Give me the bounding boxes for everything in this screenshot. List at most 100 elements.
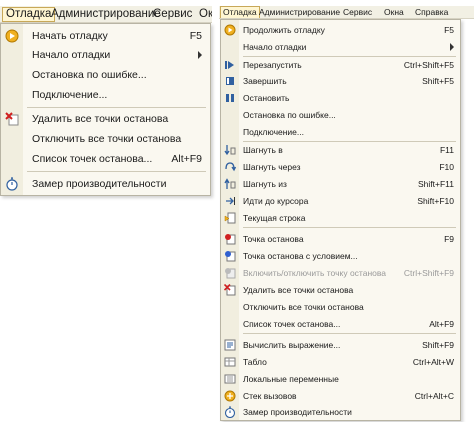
menu-item-label: Вычислить выражение...: [243, 340, 341, 350]
menu-item-connect[interactable]: Подключение...: [221, 124, 460, 140]
menu-item-label: Шагнуть из: [243, 179, 287, 189]
menu-item-current-line[interactable]: Текущая строка: [221, 210, 460, 226]
menu-item-delete-all-breakpoints[interactable]: Удалить все точки останова: [1, 110, 210, 128]
step-into-icon: [224, 144, 236, 156]
menu-item-terminate[interactable]: Завершить Shift+F5: [221, 73, 460, 89]
menu-item-label: Локальные переменные: [243, 374, 339, 384]
menu-servis[interactable]: Сервис: [341, 6, 374, 18]
evaluate-icon: [224, 339, 236, 351]
delete-breakpoints-icon: [5, 112, 19, 126]
menu-servis[interactable]: Сервис: [150, 7, 195, 22]
menu-item-shortcut: Ctrl+Alt+W: [412, 357, 454, 367]
stopwatch-icon: [5, 177, 19, 191]
menu-item-breakpoint[interactable]: Точка останова F9: [221, 231, 460, 247]
menu-administrirovanie[interactable]: Администрирование: [257, 6, 342, 18]
menu-item-debug-start-submenu[interactable]: Начало отладки: [1, 46, 210, 64]
menu-item-watch[interactable]: Табло Ctrl+Alt+W: [221, 354, 460, 370]
menu-item-disable-all-breakpoints[interactable]: Отключить все точки останова: [1, 130, 210, 148]
menu-item-label: Список точек останова...: [32, 153, 153, 165]
menu-item-shortcut: Ctrl+Alt+C: [414, 391, 454, 401]
menu-item-debug-start-submenu[interactable]: Начало отладки: [221, 39, 460, 55]
menu-item-label: Отключить все точки останова: [243, 302, 364, 312]
menu-item-shortcut: F5: [444, 25, 454, 35]
menu-item-shortcut: F9: [444, 234, 454, 244]
current-line-icon: [224, 212, 236, 224]
play-icon: [5, 29, 19, 43]
continue-icon: [224, 24, 236, 36]
menu-item-label: Список точек останова...: [243, 319, 341, 329]
menu-item-breakpoint-list[interactable]: Список точек останова... Alt+F9: [1, 150, 210, 168]
menu-item-performance[interactable]: Замер производительности: [221, 404, 460, 420]
menu-separator: [27, 171, 206, 172]
menu-spravka[interactable]: Справка: [413, 6, 450, 18]
menu-item-label: Идти до курсора: [243, 196, 309, 206]
menu-item-label: Подключение...: [32, 89, 108, 101]
menu-separator: [27, 107, 206, 108]
menu-item-performance[interactable]: Замер производительности: [1, 175, 210, 193]
menu-item-shortcut: Shift+F9: [422, 340, 454, 350]
menu-item-shortcut: Shift+F10: [417, 196, 454, 206]
menu-item-label: Остановка по ошибке...: [32, 69, 147, 81]
menu-item-label: Подключение...: [243, 127, 304, 137]
menu-item-label: Продолжить отладку: [243, 25, 325, 35]
menu-item-label: Начало отладки: [32, 49, 111, 61]
step-over-icon: [224, 161, 237, 173]
menu-item-label: Стек вызовов: [243, 391, 297, 401]
menu-item-label: Замер производительности: [243, 407, 352, 417]
menu-item-label: Замер производительности: [32, 178, 167, 190]
menu-item-shortcut: F11: [439, 145, 454, 155]
menu-item-continue-debug[interactable]: Продолжить отладку F5: [221, 22, 460, 38]
stopwatch-icon: [224, 406, 236, 419]
menu-item-call-stack[interactable]: Стек вызовов Ctrl+Alt+C: [221, 388, 460, 404]
restart-icon: [224, 59, 236, 71]
menu-item-toggle-breakpoint[interactable]: Включить/отключить точку останова Ctrl+S…: [221, 265, 460, 281]
menu-item-breakpoint-list[interactable]: Список точек останова... Alt+F9: [221, 316, 460, 332]
debug-menu-left: Начать отладку F5 Начало отладки Останов…: [0, 23, 211, 196]
menu-item-disable-all-breakpoints[interactable]: Отключить все точки останова: [221, 299, 460, 315]
menu-item-label: Остановить: [243, 93, 290, 103]
menu-item-step-out[interactable]: Шагнуть из Shift+F11: [221, 176, 460, 192]
menu-item-connect[interactable]: Подключение...: [1, 86, 210, 104]
menu-okna[interactable]: Окна: [382, 6, 406, 18]
menu-item-shortcut: Alt+F9: [429, 319, 454, 329]
debug-menu-right: Продолжить отладку F5 Начало отладки Пер…: [220, 19, 461, 421]
menu-otladka[interactable]: Отладка: [220, 6, 260, 18]
menu-item-label: Начать отладку: [32, 30, 108, 42]
menu-administrirovanie[interactable]: Администрирование: [48, 7, 164, 22]
run-to-cursor-icon: [224, 195, 236, 207]
menu-item-shortcut: Alt+F9: [171, 153, 202, 165]
menu-item-label: Текущая строка: [243, 213, 306, 223]
menu-item-step-into[interactable]: Шагнуть в F11: [221, 142, 460, 158]
menu-item-shortcut: Ctrl+Shift+F5: [403, 60, 454, 70]
menu-item-label: Завершить: [243, 76, 287, 86]
menu-item-label: Отключить все точки останова: [32, 133, 182, 145]
delete-breakpoints-icon: [223, 283, 236, 296]
pause-icon: [224, 92, 236, 104]
menu-item-step-over[interactable]: Шагнуть через F10: [221, 159, 460, 175]
menu-separator: [243, 333, 456, 334]
menu-item-pause[interactable]: Остановить: [221, 90, 460, 106]
menu-item-shortcut: Ctrl+Shift+F9: [403, 268, 454, 278]
menu-item-stop-on-error[interactable]: Остановка по ошибке...: [1, 66, 210, 84]
menu-item-delete-all-breakpoints[interactable]: Удалить все точки останова: [221, 282, 460, 298]
menu-item-label: Удалить все точки останова: [243, 285, 354, 295]
step-out-icon: [224, 178, 236, 190]
submenu-arrow-icon: [198, 51, 202, 59]
menubar-left: Отладка Администрирование Сервис Ок: [0, 6, 212, 23]
toggle-breakpoint-icon: [224, 267, 236, 279]
breakpoint-icon: [224, 233, 236, 245]
menu-item-conditional-breakpoint[interactable]: Точка останова с условием...: [221, 248, 460, 264]
menu-item-local-variables[interactable]: Локальные переменные: [221, 371, 460, 387]
menu-item-evaluate-expression[interactable]: Вычислить выражение... Shift+F9: [221, 337, 460, 353]
menu-item-label: Точка останова: [243, 234, 304, 244]
menu-item-label: Включить/отключить точку останова: [243, 268, 387, 278]
menu-okna-partial[interactable]: Ок: [196, 7, 212, 22]
menu-item-stop-on-error[interactable]: Остановка по ошибке...: [221, 107, 460, 123]
locals-icon: [224, 373, 236, 385]
menu-item-label: Точка останова с условием...: [243, 251, 358, 261]
menu-item-label: Перезапустить: [243, 60, 302, 70]
menu-item-shortcut: F10: [439, 162, 454, 172]
menu-item-run-to-cursor[interactable]: Идти до курсора Shift+F10: [221, 193, 460, 209]
menu-item-restart[interactable]: Перезапустить Ctrl+Shift+F5: [221, 57, 460, 73]
menu-item-start-debug[interactable]: Начать отладку F5: [1, 27, 210, 45]
